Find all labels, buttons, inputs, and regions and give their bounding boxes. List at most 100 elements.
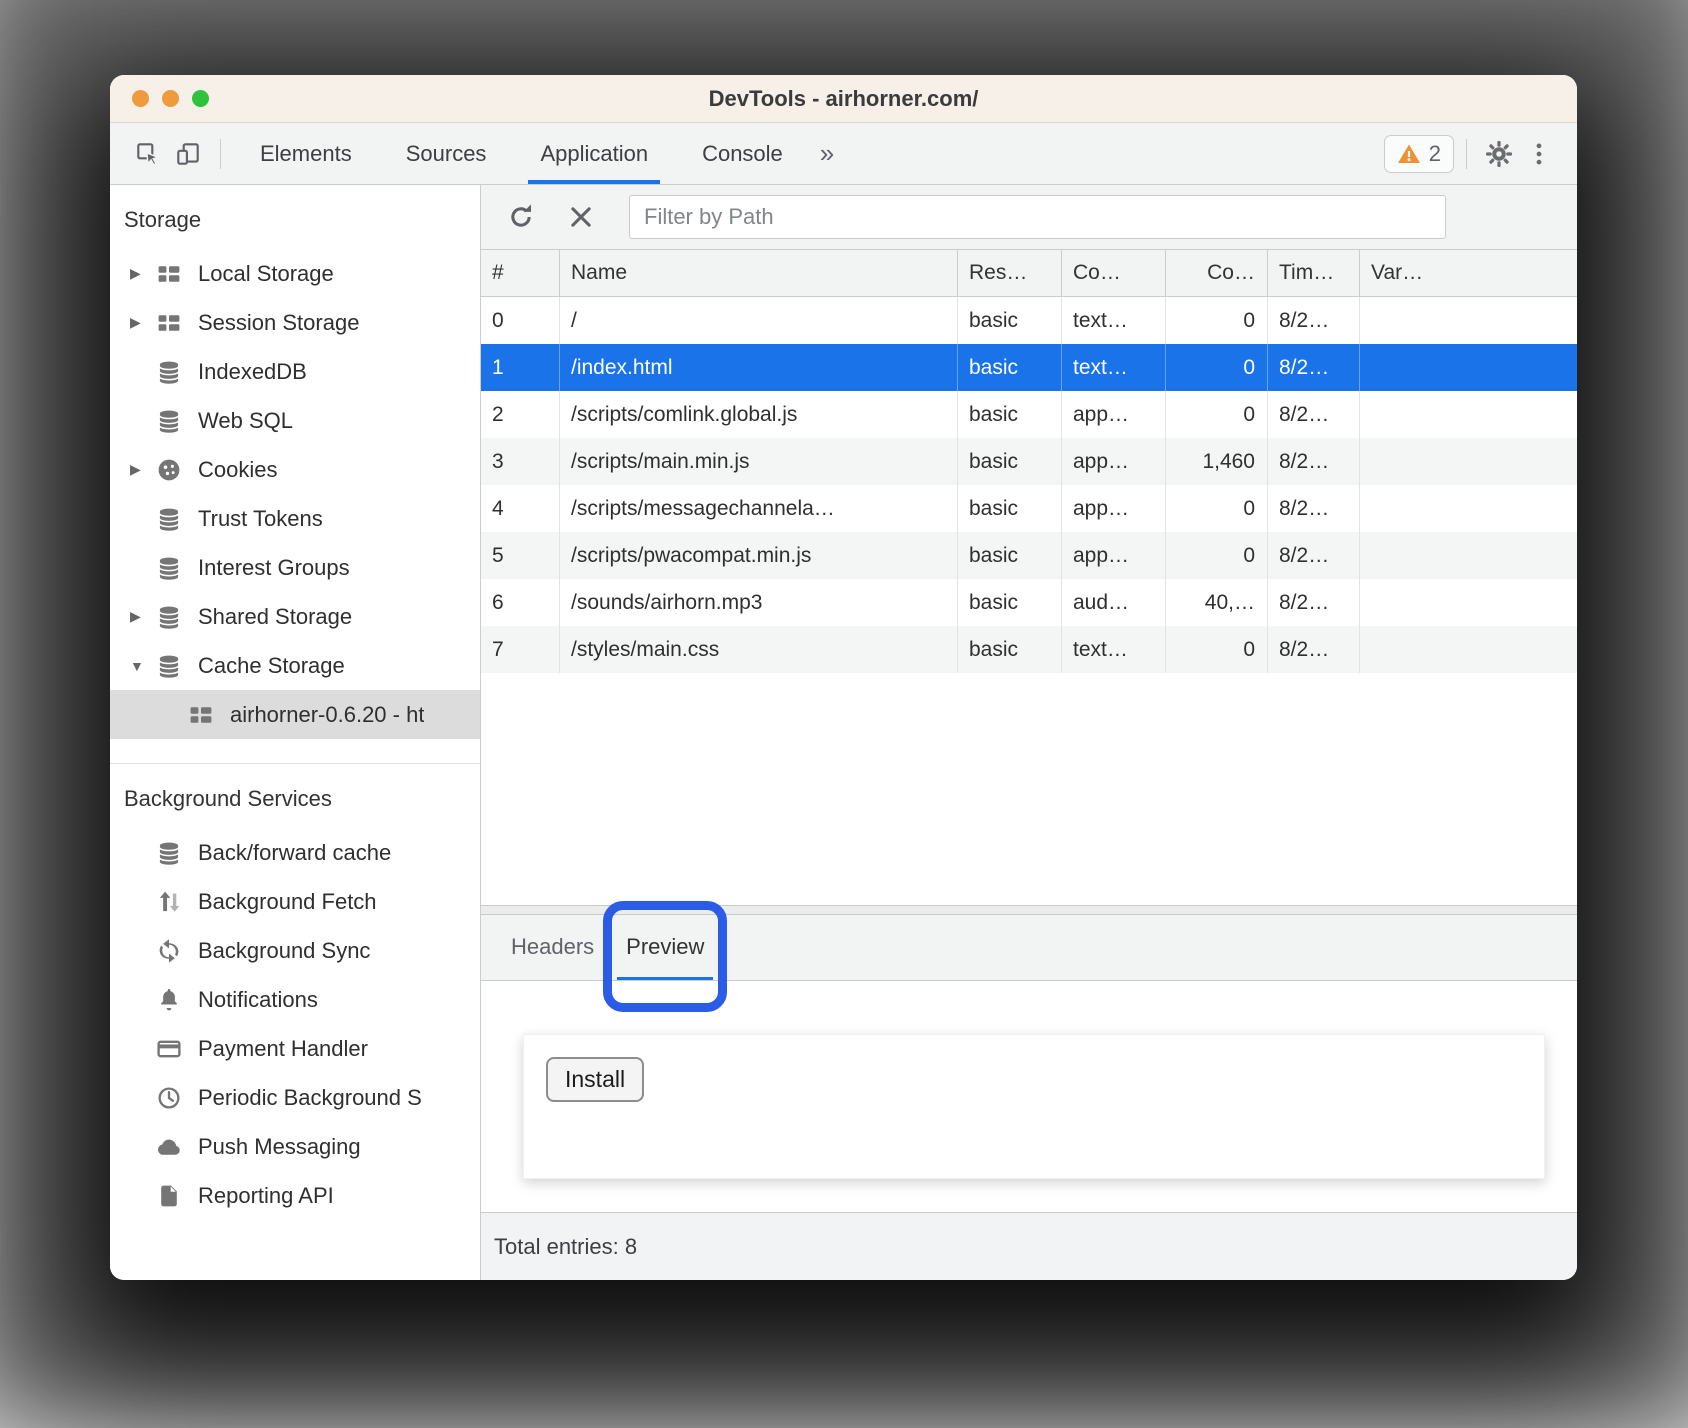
preview-card: Install: [523, 1034, 1545, 1179]
sidebar-item[interactable]: ▼ Cache Storage: [110, 641, 480, 690]
sidebar-item[interactable]: ▶ Local Storage: [110, 249, 480, 298]
clear-icon[interactable]: [563, 199, 599, 235]
devtools-window: DevTools - airhorner.com/ Elements Sourc…: [110, 75, 1577, 1280]
table-row[interactable]: 0 / basic text… 0 8/2…: [481, 297, 1577, 344]
sidebar-item[interactable]: Periodic Background S: [110, 1073, 480, 1122]
tree-arrow-icon[interactable]: ▶: [130, 608, 154, 625]
cell-time: 8/2…: [1268, 626, 1360, 673]
cookie-icon: [154, 456, 184, 484]
minimize-window-button[interactable]: [162, 90, 179, 107]
panel-tab[interactable]: Console: [688, 123, 797, 184]
cell-time: 8/2…: [1268, 344, 1360, 391]
column-header-content-length[interactable]: Co…: [1166, 250, 1268, 296]
sidebar-item-label: Interest Groups: [198, 555, 350, 581]
table-row[interactable]: 1 /index.html basic text… 0 8/2…: [481, 344, 1577, 391]
sync-icon: [154, 937, 184, 965]
tree-arrow-icon[interactable]: ▶: [130, 461, 154, 478]
sidebar-item[interactable]: ▶ Session Storage: [110, 298, 480, 347]
titlebar: DevTools - airhorner.com/: [110, 75, 1577, 123]
sidebar-item[interactable]: Push Messaging: [110, 1122, 480, 1171]
zoom-window-button[interactable]: [192, 90, 209, 107]
grid-icon: [154, 309, 184, 337]
table-row[interactable]: 4 /scripts/messagechannela… basic app… 0…: [481, 485, 1577, 532]
sidebar-item-label: Web SQL: [198, 408, 293, 434]
table-row[interactable]: 3 /scripts/main.min.js basic app… 1,460 …: [481, 438, 1577, 485]
cell-name: /scripts/pwacompat.min.js: [560, 532, 958, 579]
sidebar-item-label: Local Storage: [198, 261, 334, 287]
sidebar-item[interactable]: Web SQL: [110, 396, 480, 445]
cell-response-type: basic: [958, 532, 1062, 579]
tab-headers[interactable]: Headers: [505, 915, 600, 980]
cell-content-length: 0: [1166, 297, 1268, 344]
toolbar-divider: [1466, 139, 1467, 169]
database-icon: [154, 839, 184, 867]
sidebar-item[interactable]: Background Fetch: [110, 877, 480, 926]
close-window-button[interactable]: [132, 90, 149, 107]
screenshot-background: DevTools - airhorner.com/ Elements Sourc…: [0, 0, 1688, 1428]
panel-tabs: Elements Sources Application Console: [233, 123, 810, 184]
table-row[interactable]: 2 /scripts/comlink.global.js basic app… …: [481, 391, 1577, 438]
sidebar-item[interactable]: Back/forward cache: [110, 828, 480, 877]
cell-time: 8/2…: [1268, 485, 1360, 532]
cell-name: /scripts/comlink.global.js: [560, 391, 958, 438]
sidebar-item[interactable]: Reporting API: [110, 1171, 480, 1220]
table-row[interactable]: 7 /styles/main.css basic text… 0 8/2…: [481, 626, 1577, 673]
tree-arrow-icon[interactable]: ▶: [130, 265, 154, 282]
tab-preview[interactable]: Preview: [620, 915, 710, 980]
refresh-icon[interactable]: [503, 199, 539, 235]
table-row[interactable]: 5 /scripts/pwacompat.min.js basic app… 0…: [481, 532, 1577, 579]
tree-arrow-icon[interactable]: ▼: [130, 658, 154, 674]
sidebar-item[interactable]: Interest Groups: [110, 543, 480, 592]
sidebar-item-label: Background Sync: [198, 938, 370, 964]
cell-number: 0: [481, 297, 560, 344]
cell-content-length: 0: [1166, 532, 1268, 579]
sidebar-item-label: Reporting API: [198, 1183, 334, 1209]
inspect-element-icon[interactable]: [128, 134, 168, 174]
sidebar-item[interactable]: ▶ Cookies: [110, 445, 480, 494]
panel-tab[interactable]: Elements: [246, 123, 366, 184]
column-header-number[interactable]: #: [481, 250, 560, 296]
cell-vary: [1360, 391, 1577, 438]
sidebar-item-label: Payment Handler: [198, 1036, 368, 1062]
sidebar-item[interactable]: Payment Handler: [110, 1024, 480, 1073]
table-row[interactable]: 6 /sounds/airhorn.mp3 basic aud… 40,… 8/…: [481, 579, 1577, 626]
column-header-content-type[interactable]: Co…: [1062, 250, 1166, 296]
sidebar-item[interactable]: Notifications: [110, 975, 480, 1024]
column-header-response-type[interactable]: Res…: [958, 250, 1062, 296]
panel-tab-label: Elements: [260, 141, 352, 167]
sidebar-item-label: Notifications: [198, 987, 318, 1013]
cell-vary: [1360, 626, 1577, 673]
sidebar-item[interactable]: Background Sync: [110, 926, 480, 975]
column-header-vary[interactable]: Var…: [1360, 250, 1577, 296]
tree-arrow-icon[interactable]: ▶: [130, 314, 154, 331]
issues-badge[interactable]: 2: [1384, 135, 1454, 173]
sidebar-item[interactable]: IndexedDB: [110, 347, 480, 396]
tab-headers-label: Headers: [511, 934, 594, 960]
cell-number: 7: [481, 626, 560, 673]
cloud-icon: [154, 1133, 184, 1161]
install-button[interactable]: Install: [546, 1057, 644, 1102]
panel-tab[interactable]: Application: [526, 123, 662, 184]
column-header-name[interactable]: Name: [560, 250, 958, 296]
cell-content-type: text…: [1062, 344, 1166, 391]
sidebar-item-label: Push Messaging: [198, 1134, 361, 1160]
sidebar-item-label: Periodic Background S: [198, 1085, 422, 1111]
panel-tab[interactable]: Sources: [392, 123, 501, 184]
cell-response-type: basic: [958, 297, 1062, 344]
sidebar-item[interactable]: airhorner-0.6.20 - ht: [110, 690, 480, 739]
device-toolbar-icon[interactable]: [168, 134, 208, 174]
filter-input[interactable]: [629, 195, 1446, 239]
sidebar-item-label: airhorner-0.6.20 - ht: [230, 702, 424, 728]
cell-content-length: 0: [1166, 344, 1268, 391]
more-panels-button[interactable]: »: [820, 138, 834, 169]
fetch-icon: [154, 888, 184, 916]
cache-content-pane: # Name Res… Co… Co… Tim… Var… 0 / basic …: [481, 185, 1577, 1280]
cell-time: 8/2…: [1268, 391, 1360, 438]
table-empty-space: [481, 673, 1577, 905]
sidebar-item[interactable]: Trust Tokens: [110, 494, 480, 543]
settings-gear-icon[interactable]: [1479, 134, 1519, 174]
sidebar-item[interactable]: ▶ Shared Storage: [110, 592, 480, 641]
pane-resize-handle[interactable]: [481, 905, 1577, 915]
kebab-menu-icon[interactable]: [1519, 134, 1559, 174]
column-header-time[interactable]: Tim…: [1268, 250, 1360, 296]
